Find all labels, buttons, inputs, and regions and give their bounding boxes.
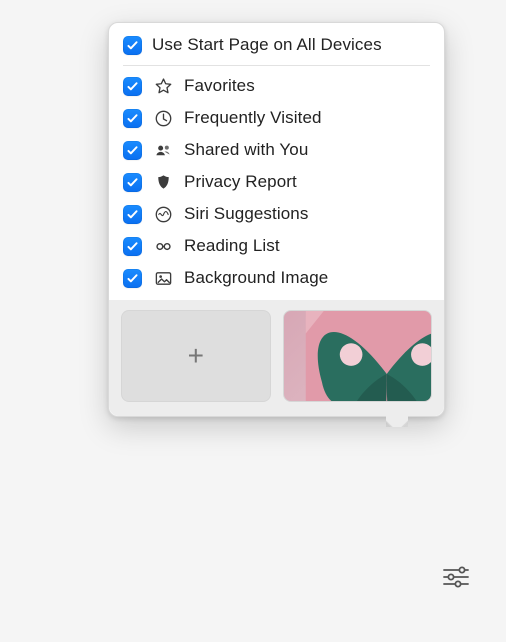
option-siri-suggestions[interactable]: Siri Suggestions: [109, 198, 444, 230]
option-label: Siri Suggestions: [184, 204, 308, 224]
people-icon: [152, 141, 174, 160]
background-thumbnail-butterfly[interactable]: [283, 310, 433, 402]
option-label: Shared with You: [184, 140, 308, 160]
option-use-start-page-all-devices[interactable]: Use Start Page on All Devices: [109, 23, 444, 65]
option-label: Reading List: [184, 236, 280, 256]
checkmark-icon: [126, 112, 139, 125]
checkmark-icon: [126, 208, 139, 221]
checkbox-use-start-page-all-devices[interactable]: [123, 36, 142, 55]
butterfly-image: [283, 310, 433, 402]
checkmark-icon: [126, 176, 139, 189]
add-background-button[interactable]: +: [121, 310, 271, 402]
checkbox-background-image[interactable]: [123, 269, 142, 288]
checkbox-siri-suggestions[interactable]: [123, 205, 142, 224]
option-label: Use Start Page on All Devices: [152, 35, 382, 55]
siri-icon: [152, 205, 174, 224]
customize-start-page-button[interactable]: [434, 560, 478, 594]
checkmark-icon: [126, 80, 139, 93]
option-label: Background Image: [184, 268, 328, 288]
checkbox-shared-with-you[interactable]: [123, 141, 142, 160]
checkbox-frequently-visited[interactable]: [123, 109, 142, 128]
start-page-settings-popover: Use Start Page on All Devices Favorites F…: [108, 22, 445, 417]
checkbox-reading-list[interactable]: [123, 237, 142, 256]
checkbox-privacy-report[interactable]: [123, 173, 142, 192]
option-favorites[interactable]: Favorites: [109, 70, 444, 102]
clock-icon: [152, 109, 174, 128]
checkmark-icon: [126, 272, 139, 285]
shield-icon: [152, 173, 174, 192]
star-icon: [152, 77, 174, 96]
checkmark-icon: [126, 39, 139, 52]
divider: [123, 65, 430, 66]
glasses-icon: [152, 237, 174, 256]
option-frequently-visited[interactable]: Frequently Visited: [109, 102, 444, 134]
sliders-icon: [442, 566, 470, 588]
option-reading-list[interactable]: Reading List: [109, 230, 444, 262]
checkmark-icon: [126, 240, 139, 253]
plus-icon: +: [188, 340, 204, 372]
image-icon: [152, 269, 174, 288]
option-label: Privacy Report: [184, 172, 297, 192]
option-background-image[interactable]: Background Image: [109, 262, 444, 294]
checkbox-favorites[interactable]: [123, 77, 142, 96]
popover-tail: [386, 416, 408, 427]
option-label: Frequently Visited: [184, 108, 322, 128]
checkmark-icon: [126, 144, 139, 157]
option-shared-with-you[interactable]: Shared with You: [109, 134, 444, 166]
option-privacy-report[interactable]: Privacy Report: [109, 166, 444, 198]
option-label: Favorites: [184, 76, 255, 96]
background-thumbnails: +: [109, 300, 444, 416]
